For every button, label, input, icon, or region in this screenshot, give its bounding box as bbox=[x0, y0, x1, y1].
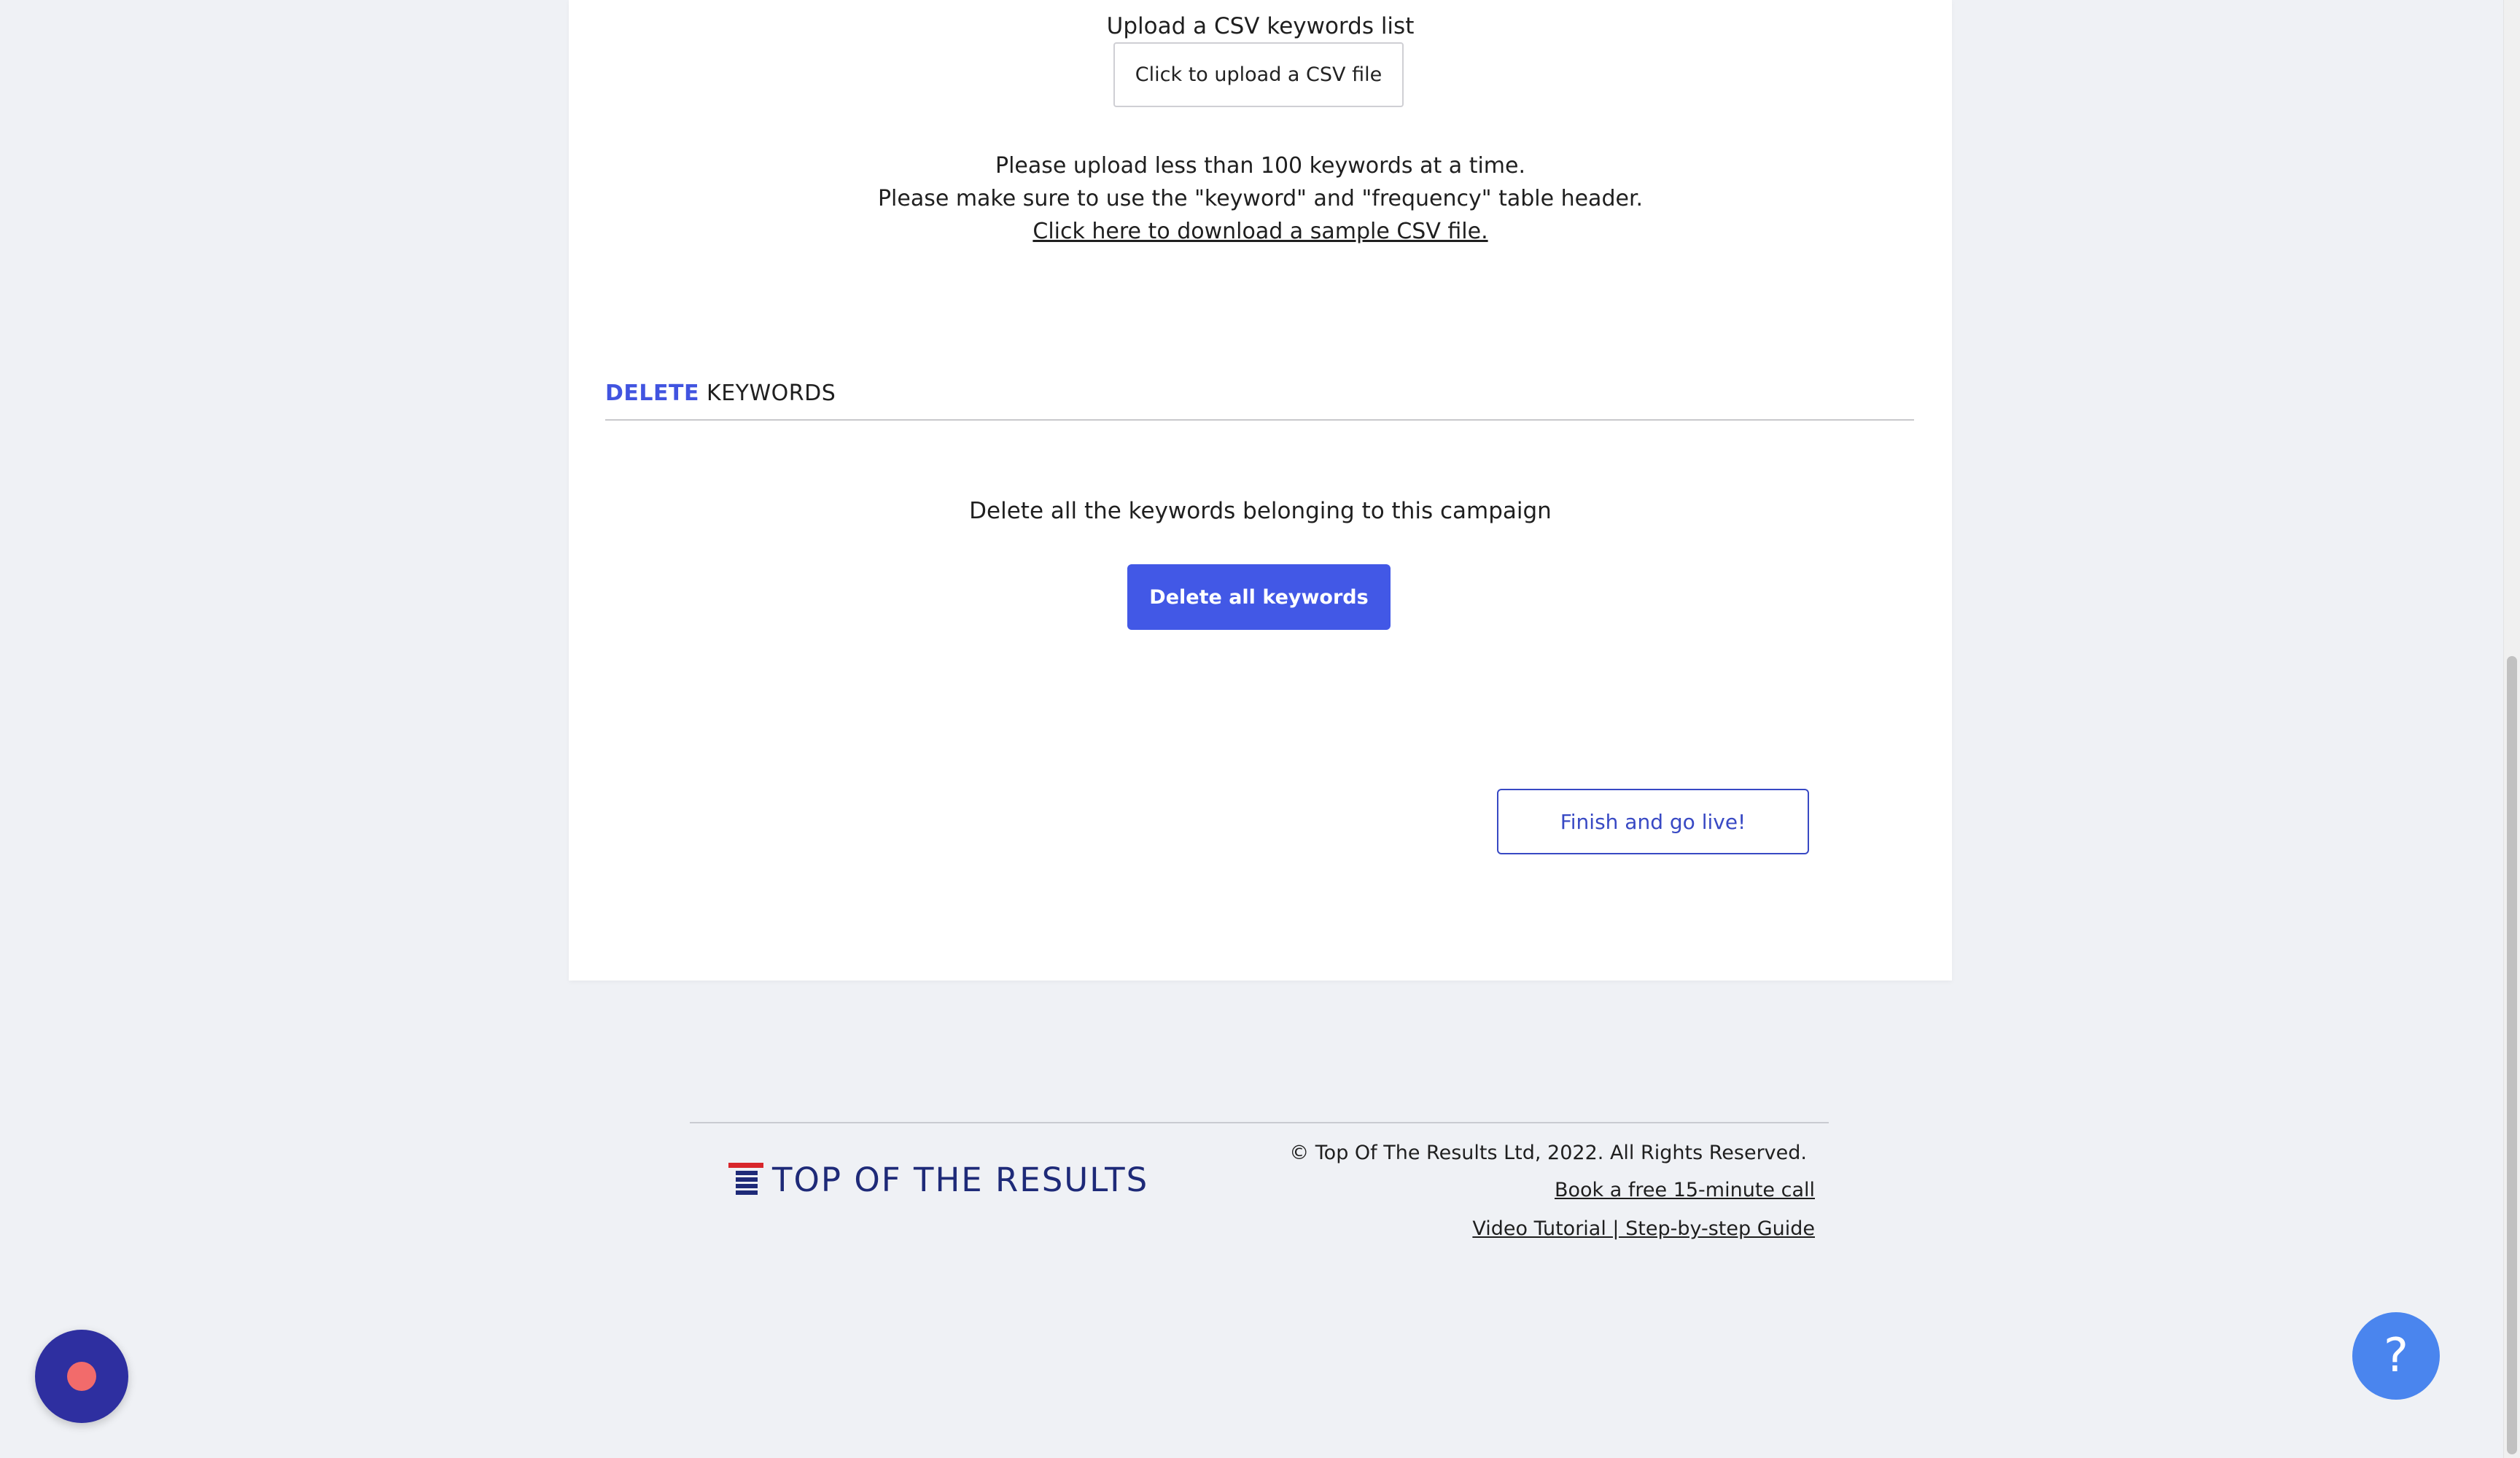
video-guide-link[interactable]: Video Tutorial | Step-by-step Guide bbox=[1472, 1217, 1815, 1240]
heading-rest: KEYWORDS bbox=[707, 381, 836, 406]
question-mark-icon: ? bbox=[2384, 1329, 2408, 1383]
delete-all-keywords-button[interactable]: Delete all keywords bbox=[1127, 564, 1391, 630]
record-widget-button[interactable] bbox=[35, 1330, 128, 1423]
finish-go-live-button[interactable]: Finish and go live! bbox=[1497, 789, 1809, 854]
heading-accent: DELETE bbox=[605, 381, 699, 406]
delete-description: Delete all the keywords belonging to thi… bbox=[969, 498, 1552, 524]
upload-csv-title: Upload a CSV keywords list bbox=[1106, 13, 1415, 39]
upload-limit-note: Please upload less than 100 keywords at … bbox=[995, 153, 1526, 179]
scrollbar-thumb[interactable] bbox=[2507, 656, 2517, 1454]
upload-csv-button[interactable]: Click to upload a CSV file bbox=[1113, 42, 1404, 107]
help-widget-button[interactable]: ? bbox=[2352, 1312, 2440, 1400]
page-scrollbar[interactable] bbox=[2503, 0, 2520, 1458]
logo-stack-icon bbox=[728, 1163, 763, 1195]
logo-text: TOP OF THE RESULTS bbox=[772, 1160, 1149, 1199]
copyright-text: © Top Of The Results Ltd, 2022. All Righ… bbox=[1289, 1142, 1807, 1164]
upload-header-note: Please make sure to use the "keyword" an… bbox=[877, 186, 1644, 211]
record-dot-icon bbox=[67, 1362, 96, 1391]
footer-divider bbox=[690, 1122, 1829, 1123]
footer-logo: TOP OF THE RESULTS bbox=[728, 1160, 1149, 1199]
upload-instructions: Please upload less than 100 keywords at … bbox=[569, 149, 1952, 248]
delete-keywords-heading: DELETE KEYWORDS bbox=[605, 381, 1914, 421]
book-call-link[interactable]: Book a free 15-minute call bbox=[1555, 1179, 1815, 1201]
download-sample-csv-link[interactable]: Click here to download a sample CSV file… bbox=[1032, 219, 1488, 244]
keywords-card: Upload a CSV keywords list Click to uplo… bbox=[569, 0, 1952, 981]
